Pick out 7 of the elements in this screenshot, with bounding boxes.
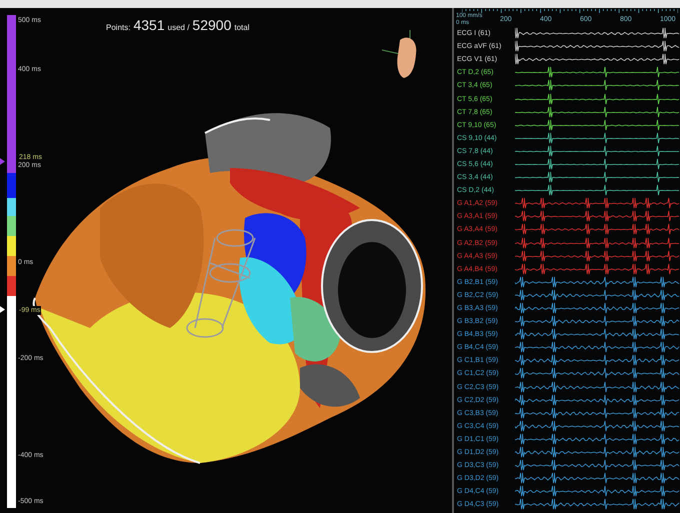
marker-triangle-icon bbox=[0, 158, 5, 165]
used-label: used / bbox=[168, 23, 190, 32]
total-label: total bbox=[234, 23, 250, 32]
total-count: 52900 bbox=[192, 17, 232, 33]
points-label: Points: bbox=[106, 23, 130, 32]
marker-triangle-icon bbox=[0, 306, 5, 313]
used-count: 4351 bbox=[133, 17, 165, 33]
